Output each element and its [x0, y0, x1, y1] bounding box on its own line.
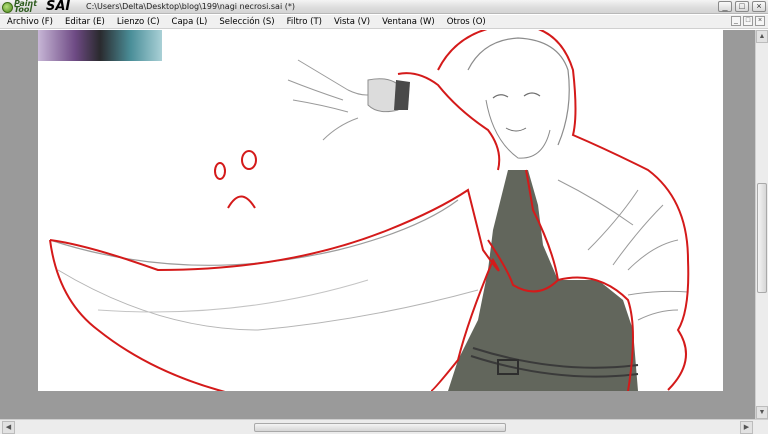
app-logo: Paint Tool SAI: [2, 0, 71, 14]
red-outline-arm: [397, 72, 501, 171]
menu-capa[interactable]: Capa (L): [172, 17, 208, 27]
scroll-down-button[interactable]: ▼: [756, 406, 768, 419]
cape-lineart: [49, 199, 459, 266]
scroll-right-button[interactable]: ▶: [740, 421, 753, 434]
menu-archivo[interactable]: Archivo (F): [7, 17, 53, 27]
cape-lineart-lower: [57, 269, 479, 331]
hood-lineart: [467, 37, 570, 146]
horizontal-scrollbar[interactable]: ◀ ▶: [0, 419, 768, 434]
doc-minimize-button[interactable]: _: [731, 16, 741, 26]
red-eye-left: [214, 162, 226, 180]
menu-vista[interactable]: Vista (V): [334, 17, 370, 27]
menu-bar: Archivo (F) Editar (E) Lienzo (C) Capa (…: [0, 15, 768, 29]
menu-lienzo[interactable]: Lienzo (C): [117, 17, 160, 27]
menu-editar[interactable]: Editar (E): [65, 17, 105, 27]
vertical-scroll-thumb[interactable]: [757, 183, 767, 293]
logo-paint-tool-text: Paint Tool: [14, 0, 38, 14]
close-button[interactable]: ×: [752, 1, 766, 12]
menu-ventana[interactable]: Ventana (W): [382, 17, 435, 27]
eye-left: [492, 94, 509, 99]
red-outline-cape: [49, 188, 500, 391]
red-eye-right: [241, 150, 257, 170]
title-bar: Paint Tool SAI C:\Users\Delta\Desktop\bl…: [0, 0, 768, 14]
artwork-illustration: [49, 30, 690, 391]
window-title: C:\Users\Delta\Desktop\blog\199\nagi nec…: [86, 2, 295, 11]
cape-fold-lineart: [97, 279, 369, 313]
minimize-button[interactable]: _: [718, 1, 732, 12]
menu-otros[interactable]: Otros (O): [447, 17, 486, 27]
doc-restore-button[interactable]: □: [743, 16, 753, 26]
menu-seleccion[interactable]: Selección (S): [219, 17, 274, 27]
menu-filtro[interactable]: Filtro (T): [287, 17, 322, 27]
scroll-left-button[interactable]: ◀: [2, 421, 15, 434]
mouth: [505, 127, 527, 132]
eye-right: [523, 92, 541, 97]
vertical-scrollbar[interactable]: ▲ ▼: [755, 30, 768, 419]
drawing-canvas[interactable]: [38, 30, 723, 391]
maximize-button[interactable]: □: [735, 1, 749, 12]
left-cuff: [394, 80, 410, 110]
scroll-up-button[interactable]: ▲: [756, 30, 768, 43]
right-sleeve-lineart: [557, 179, 634, 226]
face-lineart: [485, 99, 551, 159]
window-controls: _ □ ×: [718, 1, 766, 12]
workspace-area[interactable]: [0, 30, 755, 419]
red-frown: [227, 195, 256, 209]
paint-tool-logo-icon: [2, 2, 13, 13]
horizontal-scroll-thumb[interactable]: [254, 423, 506, 432]
doc-close-button[interactable]: ×: [755, 16, 765, 26]
logo-sai-text: SAI: [46, 0, 71, 14]
document-controls: _ □ ×: [731, 16, 765, 26]
